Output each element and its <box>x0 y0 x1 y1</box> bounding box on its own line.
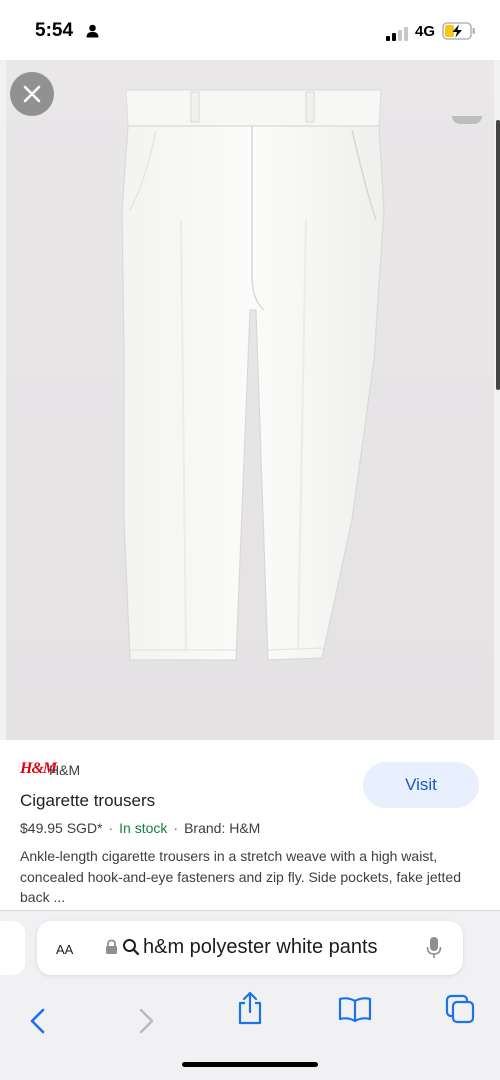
price: $49.95 SGD* <box>20 820 103 836</box>
lock-icon <box>106 939 117 954</box>
visit-button[interactable]: Visit <box>363 762 479 808</box>
previous-tab-preview[interactable] <box>0 921 25 975</box>
signal-icon <box>386 27 408 41</box>
image-viewer <box>0 60 500 740</box>
stock-status: In stock <box>119 820 168 836</box>
battery-charging-icon <box>442 22 475 40</box>
close-button[interactable] <box>10 72 54 116</box>
product-image <box>6 60 494 740</box>
product-card: H&M H&M Visit Cigarette trousers $49.95 … <box>0 742 500 910</box>
trousers-illustration <box>6 60 494 740</box>
brand-name[interactable]: H&M <box>49 762 80 778</box>
separator: · <box>108 820 114 836</box>
scrollbar[interactable] <box>496 120 500 390</box>
status-time: 5:54 <box>35 20 74 41</box>
microphone-icon[interactable] <box>426 936 442 960</box>
network-label: 4G <box>415 23 436 40</box>
reader-settings-button[interactable]: AA <box>56 938 73 959</box>
separator: · <box>173 820 179 836</box>
close-icon <box>23 85 41 103</box>
brand-label: Brand: H&M <box>184 820 261 836</box>
product-meta: $49.95 SGD* · In stock · Brand: H&M <box>20 820 260 836</box>
aa-label: AA <box>56 942 74 957</box>
back-icon[interactable] <box>27 1007 49 1035</box>
tabs-icon[interactable] <box>444 993 476 1025</box>
person-icon <box>86 24 99 38</box>
forward-icon[interactable] <box>135 1007 157 1035</box>
search-icon <box>123 939 140 956</box>
address-text[interactable]: h&m polyester white pants <box>143 936 378 959</box>
product-title[interactable]: Cigarette trousers <box>20 791 155 811</box>
image-top-indicator <box>452 116 482 124</box>
status-bar: 5:54 4G <box>0 0 500 60</box>
product-description: Ankle-length cigarette trousers in a str… <box>20 848 462 905</box>
home-indicator[interactable] <box>182 1062 318 1067</box>
address-bar[interactable]: AA h&m polyester white pants <box>37 921 463 975</box>
share-icon[interactable] <box>236 990 264 1026</box>
bookmarks-icon[interactable] <box>338 996 372 1022</box>
